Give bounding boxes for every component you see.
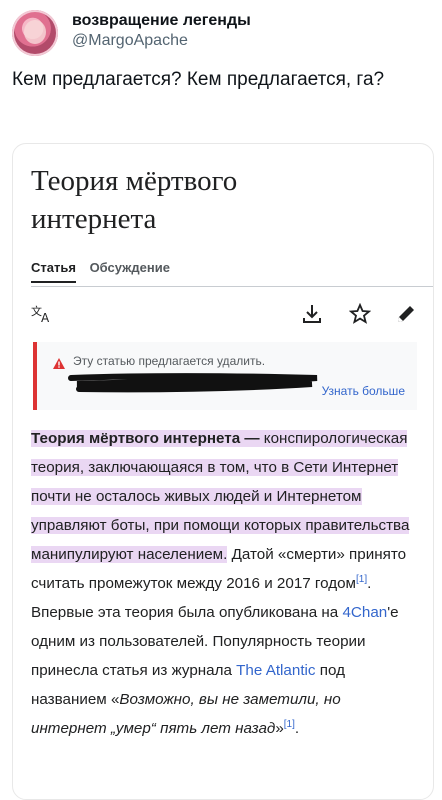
reference-1[interactable]: [1] [356, 574, 367, 585]
article-text-6: » [275, 720, 284, 737]
avatar[interactable] [12, 10, 58, 56]
tabs-divider [31, 286, 433, 287]
tweet-header: возвращение легенды @MargoApache [10, 8, 432, 60]
attached-image[interactable]: Теория мёртвого интернета Статья Обсужде… [12, 143, 434, 800]
warning-triangle-icon [53, 356, 65, 374]
wiki-page-title: Теория мёртвого интернета [31, 162, 331, 238]
scribble-redaction [68, 373, 318, 393]
dash: — [240, 430, 260, 447]
tab-article[interactable]: Статья [31, 260, 76, 283]
link-4chan[interactable]: 4Chan [342, 604, 387, 621]
download-icon[interactable] [301, 300, 323, 328]
title-line-2: интернета [31, 203, 157, 235]
tab-talk[interactable]: Обсуждение [90, 260, 170, 281]
link-the-atlantic[interactable]: The Atlantic [236, 662, 315, 679]
notice-text: Эту статью предлагается удалить. [73, 354, 266, 368]
deletion-notice: Эту статью предлагается удалить. Узнать … [33, 342, 417, 410]
highlighted-definition: конспирологическая теория, заключающаяся… [31, 430, 410, 563]
title-line-1: Теория мёртвого [31, 165, 238, 197]
svg-text:A: A [41, 311, 50, 324]
tweet-text: Кем предлагается? Кем предлагается, га? [12, 69, 385, 90]
wiki-toolbar: 文 A [31, 300, 423, 330]
article-paragraph: Теория мёртвого интернета — конспирологи… [31, 424, 419, 743]
user-handle[interactable]: @MargoApache [72, 32, 188, 50]
article-text-7: . [294, 720, 300, 737]
display-name[interactable]: возвращение легенды [72, 12, 251, 30]
reference-2[interactable]: [1] [284, 719, 295, 730]
learn-more-link[interactable]: Узнать больше [322, 384, 405, 398]
wiki-tabs: Статья Обсуждение [31, 260, 180, 283]
star-watch-icon[interactable] [349, 300, 371, 328]
language-translate-icon[interactable]: 文 A [31, 300, 55, 328]
bold-term: Теория мёртвого интернета [31, 430, 241, 447]
pencil-edit-icon[interactable] [395, 300, 417, 328]
